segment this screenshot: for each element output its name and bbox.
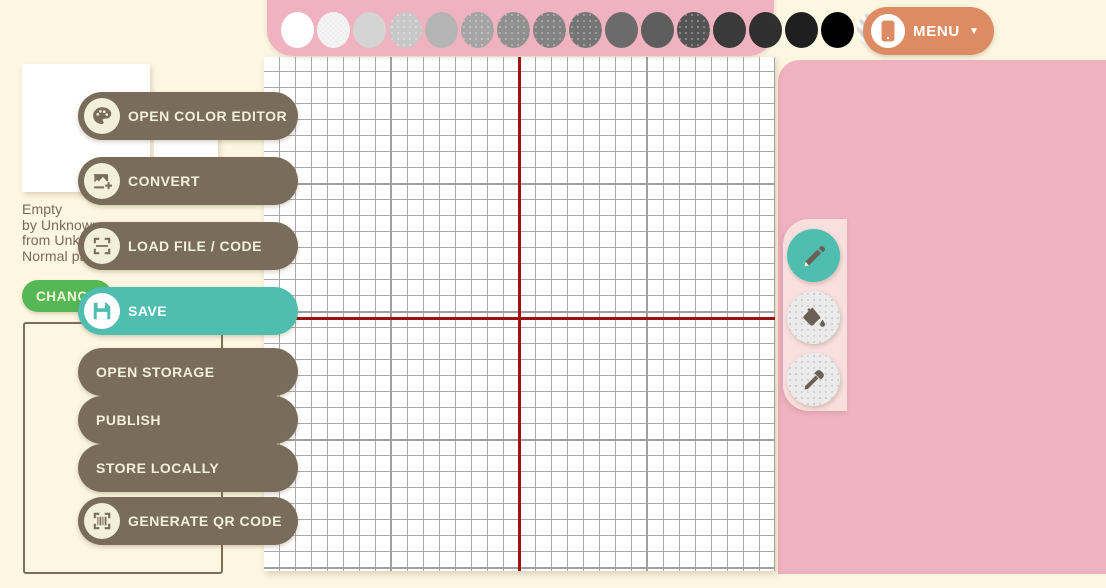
palette-swatch-gray-75[interactable] — [713, 12, 746, 48]
tool-strip — [783, 219, 847, 411]
drawing-canvas[interactable] — [264, 57, 775, 571]
chevron-down-icon: ▼ — [968, 25, 979, 37]
image-plus-icon — [93, 174, 112, 190]
paint-bucket-icon — [802, 306, 825, 327]
eyedropper-tool[interactable] — [787, 353, 840, 406]
action-button-publish[interactable]: PUBLISH — [78, 396, 298, 444]
mobile-phone-icon — [871, 14, 905, 48]
barcode-scan-icon — [93, 512, 111, 530]
palette-swatch-gray-5[interactable] — [353, 12, 386, 48]
eyedropper-icon — [803, 369, 824, 390]
color-palette-bar — [267, 0, 890, 56]
color-palette-icon-wrapper — [84, 98, 120, 134]
action-button-open-color-editor[interactable]: OPEN COLOR EDITOR — [78, 92, 298, 140]
palette-swatch-gray-45[interactable] — [533, 12, 566, 48]
palette-swatch-gray-10[interactable] — [389, 12, 422, 48]
palette-swatch-gray-50[interactable] — [569, 12, 602, 48]
action-button-label: GENERATE QR CODE — [128, 513, 282, 529]
palette-swatch-near-white[interactable] — [317, 12, 350, 48]
action-button-label: OPEN STORAGE — [96, 364, 215, 380]
palette-swatch-gray-80[interactable] — [749, 12, 782, 48]
palette-swatch-white[interactable] — [281, 12, 314, 48]
canvas-vertical-axis — [518, 57, 521, 571]
palette-swatch-gray-55[interactable] — [605, 12, 638, 48]
action-button-save[interactable]: SAVE — [78, 287, 298, 335]
action-button-store-locally[interactable]: STORE LOCALLY — [78, 444, 298, 492]
action-button-label: CONVERT — [128, 173, 200, 189]
action-button-label: LOAD FILE / CODE — [128, 238, 262, 254]
menu-button[interactable]: MENU ▼ — [863, 7, 994, 55]
palette-swatch-black[interactable] — [821, 12, 854, 48]
palette-swatch-list — [281, 12, 890, 48]
action-button-label: OPEN COLOR EDITOR — [128, 108, 288, 124]
pencil-tool[interactable] — [787, 229, 840, 282]
color-palette-icon — [93, 107, 112, 125]
palette-swatch-gray-20[interactable] — [425, 12, 458, 48]
pencil-icon — [804, 245, 825, 266]
fill-tool[interactable] — [787, 291, 840, 344]
action-button-convert[interactable]: CONVERT — [78, 157, 298, 205]
palette-swatch-gray-60[interactable] — [641, 12, 674, 48]
palette-swatch-gray-65[interactable] — [677, 12, 710, 48]
action-button-generate-qr-code[interactable]: GENERATE QR CODE — [78, 497, 298, 545]
scan-frame-icon-wrapper — [84, 228, 120, 264]
action-button-open-storage[interactable]: OPEN STORAGE — [78, 348, 298, 396]
barcode-scan-icon-wrapper — [84, 503, 120, 539]
palette-swatch-gray-88[interactable] — [785, 12, 818, 48]
scan-frame-icon — [93, 237, 111, 255]
menu-label: MENU — [913, 22, 960, 40]
image-plus-icon-wrapper — [84, 163, 120, 199]
action-button-label: PUBLISH — [96, 412, 161, 428]
app-root: Empty by Unknown from Unknown Normal pat… — [0, 0, 1106, 588]
palette-swatch-gray-40[interactable] — [497, 12, 530, 48]
palette-swatch-gray-30[interactable] — [461, 12, 494, 48]
action-button-load-file-code[interactable]: LOAD FILE / CODE — [78, 222, 298, 270]
floppy-disk-icon — [93, 302, 111, 320]
action-button-label: STORE LOCALLY — [96, 460, 220, 476]
floppy-disk-icon-wrapper — [84, 293, 120, 329]
canvas-horizontal-axis — [264, 317, 775, 320]
action-button-label: SAVE — [128, 303, 168, 319]
